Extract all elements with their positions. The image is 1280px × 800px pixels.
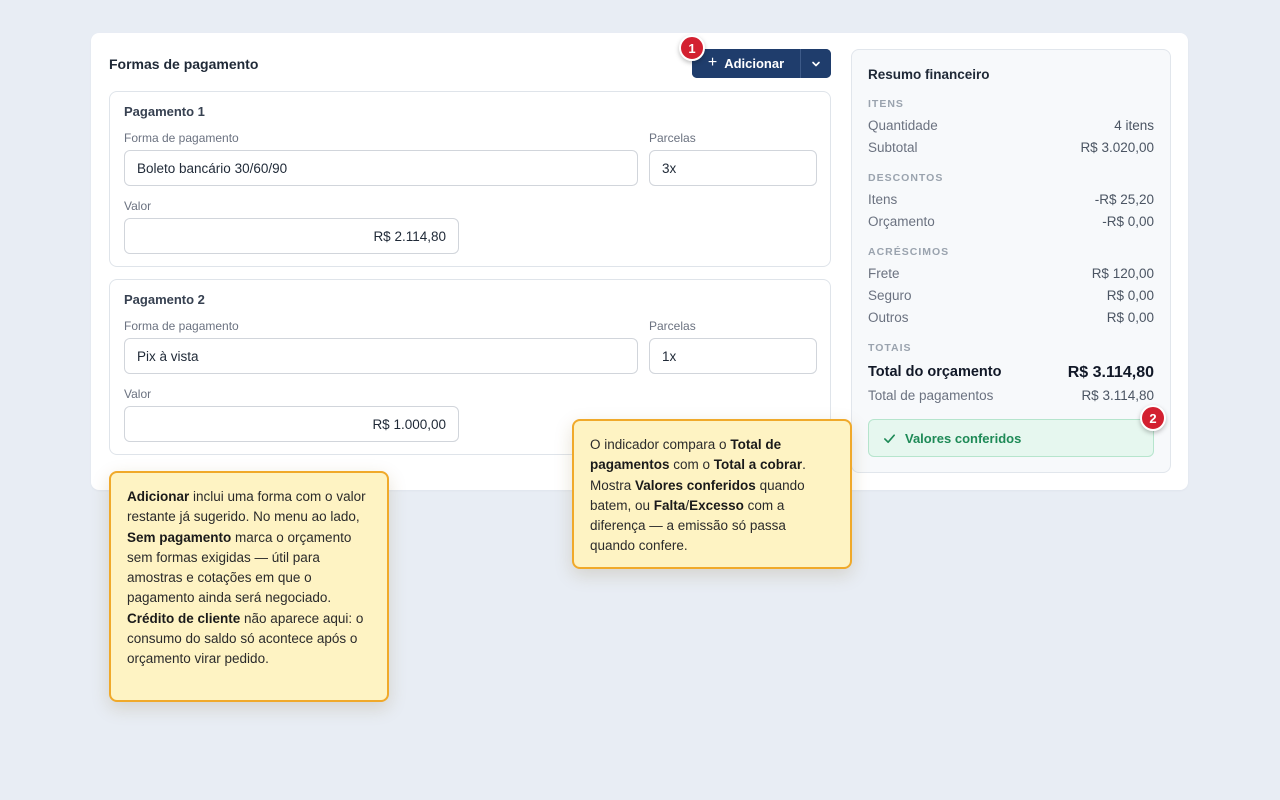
callout-badge-1: 1 (679, 35, 705, 61)
installments-label: Parcelas (649, 131, 696, 145)
callout-note-add: Adicionar inclui uma forma com o valor r… (109, 471, 389, 702)
row-label: Quantidade (868, 118, 938, 133)
plus-icon: + (707, 54, 718, 71)
row-label: Orçamento (868, 214, 935, 229)
payment-method-select[interactable]: Pix à vista (124, 338, 638, 374)
row-quantity: Quantidade 4 itens (868, 118, 1154, 133)
row-subtotal: Subtotal R$ 3.020,00 (868, 140, 1154, 155)
row-value: -R$ 0,00 (1102, 214, 1154, 229)
section-discounts-heading: DESCONTOS (868, 172, 944, 184)
row-value: R$ 3.114,80 (1067, 364, 1154, 381)
add-button-group: + Adicionar (692, 49, 831, 78)
note-emphasis: Adicionar (127, 489, 190, 504)
add-button-label: Adicionar (724, 56, 785, 71)
financial-summary-panel: Resumo financeiro ITENS Quantidade 4 ite… (851, 49, 1171, 473)
payment-method-select[interactable]: Boleto bancário 30/60/90 (124, 150, 638, 186)
note-emphasis: Sem pagamento (127, 529, 232, 545)
row-label: Total do orçamento (868, 364, 1002, 380)
payment-title: Pagamento 2 (124, 292, 205, 307)
amount-label: Valor (124, 199, 152, 213)
amount-label: Valor (124, 387, 152, 401)
note-emphasis: Total a cobrar (713, 457, 803, 473)
row-label: Itens (868, 192, 898, 207)
section-title: Formas de pagamento (109, 56, 259, 72)
row-value: R$ 120,00 (1091, 266, 1154, 281)
installments-field[interactable]: 1x (649, 338, 817, 374)
add-payment-button[interactable]: + Adicionar (692, 49, 800, 78)
row-discount-budget: Orçamento -R$ 0,00 (868, 214, 1154, 229)
section-additions-heading: ACRÉSCIMOS (868, 246, 950, 258)
installments-label: Parcelas (649, 319, 696, 333)
row-value: 4 itens (1114, 118, 1154, 133)
row-value: R$ 0,00 (1106, 310, 1154, 325)
callout-badge-2: 2 (1140, 405, 1166, 431)
callout-note-indicator: O indicador compara o Total de pagamento… (572, 419, 852, 569)
row-insurance: Seguro R$ 0,00 (868, 288, 1154, 303)
amount-field[interactable]: R$ 2.114,80 (124, 218, 459, 254)
row-value: R$ 3.020,00 (1080, 140, 1154, 155)
amount-field[interactable]: R$ 1.000,00 (124, 406, 459, 442)
method-label: Forma de pagamento (124, 131, 239, 145)
row-value: -R$ 25,20 (1094, 192, 1154, 207)
row-budget-total: Total do orçamento R$ 3.114,80 (868, 364, 1154, 382)
section-items-heading: ITENS (868, 98, 904, 110)
row-discount-items: Itens -R$ 25,20 (868, 192, 1154, 207)
row-value: R$ 3.114,80 (1081, 388, 1154, 403)
row-payments-total: Total de pagamentos R$ 3.114,80 (868, 388, 1154, 403)
row-value: R$ 0,00 (1106, 288, 1154, 303)
note-emphasis: Valores conferidos (635, 477, 756, 493)
note-text: com o (669, 457, 714, 473)
payment-title: Pagamento 1 (124, 104, 205, 119)
note-emphasis: Falta (653, 497, 686, 513)
row-label: Seguro (868, 288, 912, 303)
row-label: Total de pagamentos (868, 388, 994, 403)
note-emphasis: Excesso (689, 497, 744, 513)
row-freight: Frete R$ 120,00 (868, 266, 1154, 281)
payment-card-1: Pagamento 1 Forma de pagamento Boleto ba… (109, 91, 831, 267)
summary-title: Resumo financeiro (868, 67, 990, 82)
row-label: Frete (868, 266, 900, 281)
method-label: Forma de pagamento (124, 319, 239, 333)
note-text: O indicador compara o (590, 437, 731, 452)
add-options-dropdown-button[interactable] (800, 49, 831, 78)
installments-field[interactable]: 3x (649, 150, 817, 186)
chevron-down-icon (812, 61, 820, 66)
section-totals-heading: TOTAIS (868, 342, 912, 354)
note-emphasis: Crédito de cliente (127, 610, 241, 626)
row-others: Outros R$ 0,00 (868, 310, 1154, 325)
check-icon (884, 433, 895, 443)
status-values-checked: Valores conferidos (868, 419, 1154, 457)
status-label: Valores conferidos (905, 430, 1022, 446)
row-label: Outros (868, 310, 909, 325)
row-label: Subtotal (868, 140, 918, 155)
